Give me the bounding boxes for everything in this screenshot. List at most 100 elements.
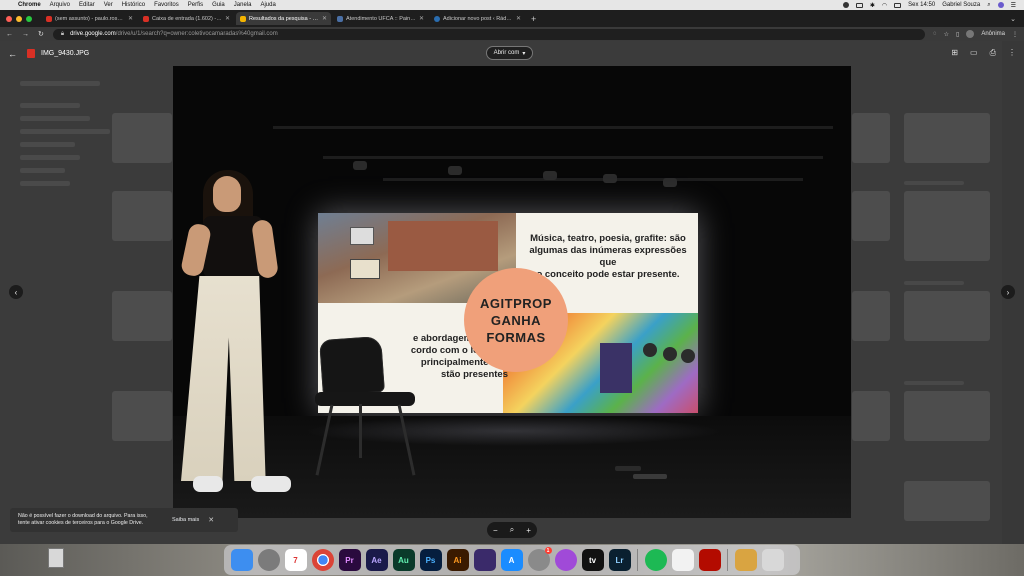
textedit-icon[interactable]: [671, 549, 694, 571]
caret-down-icon: ▾: [522, 50, 526, 57]
zoom-in-icon[interactable]: +: [526, 526, 531, 535]
url-path: /drive/u/1/search?q=owner:coletivocamara…: [115, 31, 278, 37]
close-tab-icon[interactable]: ✕: [419, 15, 424, 22]
system-preferences-icon[interactable]: 1: [527, 547, 552, 571]
toast-message: Não é possível fazer o download do arqui…: [18, 513, 148, 526]
floor-reflection: [303, 416, 723, 446]
siri-icon[interactable]: [997, 2, 1004, 8]
clock[interactable]: Sex 14:50: [908, 2, 935, 8]
close-tab-icon[interactable]: ✕: [128, 15, 133, 22]
sidebar-placeholder: [20, 103, 80, 108]
audition-icon[interactable]: Au: [392, 549, 415, 571]
zoom-magnifier-icon[interactable]: ⌕: [510, 525, 514, 535]
more-menu-icon[interactable]: ⋮: [1012, 31, 1018, 38]
close-tab-icon[interactable]: ✕: [516, 15, 521, 22]
acrobat-icon[interactable]: [698, 549, 721, 571]
add-comment-icon[interactable]: ▭: [970, 48, 978, 58]
incognito-avatar[interactable]: [966, 30, 975, 38]
file-thumbnail: [904, 481, 990, 521]
stage-floor: [173, 416, 851, 518]
bluetooth-icon[interactable]: ✱: [870, 2, 875, 9]
trash-icon[interactable]: [761, 549, 784, 571]
menu-item-editar[interactable]: Editar: [79, 2, 95, 8]
menu-item-perfis[interactable]: Perfis: [188, 2, 203, 8]
back-arrow-icon[interactable]: ←: [6, 31, 13, 38]
battery-icon[interactable]: [894, 2, 902, 8]
learn-more-link[interactable]: Saiba mais: [172, 517, 199, 524]
slide-line: algumas das inúmeras expressões que: [529, 245, 687, 268]
eye-off-icon[interactable]: ◌: [933, 31, 937, 37]
chrome-icon[interactable]: [311, 549, 334, 571]
tab-search-chevron-icon[interactable]: ⌄: [1010, 15, 1016, 23]
download-error-toast: Não é possível fazer o download do arqui…: [10, 508, 238, 532]
downloads-stack-icon[interactable]: [734, 549, 757, 571]
menu-item-arquivo[interactable]: Arquivo: [50, 2, 70, 8]
file-thumbnail: [112, 391, 172, 441]
tab-gmail-inbox[interactable]: Caixa de entrada (1.602) - pau ✕: [139, 12, 234, 25]
menu-bar: Chrome Arquivo Editar Ver Histórico Favo…: [0, 0, 1024, 10]
badge-line: AGITPROP: [480, 295, 552, 311]
open-with-button[interactable]: Abrir com ▾: [486, 46, 533, 60]
podcasts-icon[interactable]: [554, 549, 577, 571]
photoshop-icon[interactable]: Ps: [419, 549, 442, 571]
menu-item-janela[interactable]: Janela: [234, 2, 252, 8]
print-icon[interactable]: ⎙: [990, 48, 996, 58]
close-window-icon[interactable]: [6, 15, 12, 22]
floor-object: [615, 466, 641, 471]
tab-title: Atendimento UFCA :: Painel de: [346, 15, 416, 22]
motion-icon[interactable]: [473, 549, 496, 571]
menu-app-name[interactable]: Chrome: [18, 2, 41, 8]
new-tab-icon[interactable]: +: [531, 14, 536, 24]
after-effects-icon[interactable]: Ae: [365, 549, 388, 571]
tab-drive-search[interactable]: Resultados da pesquisa - Goo ✕: [236, 12, 331, 25]
apple-tv-icon[interactable]: tv: [581, 549, 604, 571]
close-tab-icon[interactable]: ✕: [225, 15, 230, 22]
premiere-icon[interactable]: Pr: [338, 549, 361, 571]
control-center-icon[interactable]: ☰: [1011, 2, 1016, 9]
close-tab-icon[interactable]: ✕: [322, 15, 327, 22]
more-options-icon[interactable]: ⋮: [1008, 48, 1016, 58]
bookmark-star-icon[interactable]: ☆: [944, 31, 949, 38]
menu-item-guia[interactable]: Guia: [212, 2, 225, 8]
side-panel-icon[interactable]: ▯: [956, 31, 959, 38]
zoom-out-icon[interactable]: −: [493, 526, 498, 535]
desktop-file-icon[interactable]: [48, 548, 64, 568]
close-toast-icon[interactable]: ✕: [208, 517, 214, 524]
tab-gmail-sem-assunto[interactable]: (sem assunto) - paulo.rosa@c ✕: [42, 12, 137, 25]
calendar-icon[interactable]: 7: [284, 549, 307, 571]
file-thumbnail: [112, 113, 172, 163]
illustrator-icon[interactable]: Ai: [446, 549, 469, 571]
profile-label[interactable]: Anônima: [981, 31, 1005, 37]
reload-icon[interactable]: ↻: [38, 30, 44, 38]
previous-image-icon[interactable]: ‹: [9, 285, 23, 299]
wifi-icon[interactable]: ◠: [882, 2, 887, 9]
display-icon[interactable]: [855, 2, 863, 8]
stage-truss: [273, 126, 833, 129]
status-circle-icon[interactable]: [842, 2, 849, 8]
forward-arrow-icon[interactable]: →: [22, 31, 29, 38]
menu-item-favoritos[interactable]: Favoritos: [154, 2, 179, 8]
menu-user-name[interactable]: Gabriel Souza: [942, 2, 980, 8]
next-image-icon[interactable]: ›: [1001, 285, 1015, 299]
maximize-window-icon[interactable]: [26, 15, 32, 22]
finder-icon[interactable]: [230, 549, 253, 571]
zoom-controls: − ⌕ +: [487, 522, 537, 538]
close-viewer-arrow-icon[interactable]: ←: [8, 49, 17, 59]
spotify-icon[interactable]: [644, 549, 667, 571]
tab-atendimento-ufca[interactable]: Atendimento UFCA :: Painel de ✕: [333, 12, 428, 25]
menu-item-ver[interactable]: Ver: [104, 2, 113, 8]
minimize-window-icon[interactable]: [16, 15, 22, 22]
menu-item-ajuda[interactable]: Ajuda: [260, 2, 275, 8]
spotlight-icon[interactable]: ⌕: [987, 2, 990, 9]
add-to-folder-icon[interactable]: ⊞: [951, 48, 958, 58]
app-store-icon[interactable]: A: [500, 549, 523, 571]
chair-back: [319, 335, 385, 397]
launchpad-icon[interactable]: [257, 549, 280, 571]
tab-wordpress-post[interactable]: Adicionar novo post ‹ Rádio C ✕: [430, 12, 525, 25]
speaker-head: [213, 176, 241, 212]
file-thumbnail: [904, 113, 990, 163]
lightroom-icon[interactable]: Lr: [608, 549, 631, 571]
lock-icon[interactable]: 🔒︎: [61, 31, 64, 38]
menu-item-historico[interactable]: Histórico: [122, 2, 145, 8]
url-field[interactable]: 🔒︎ drive.google.com /drive/u/1/search?q=…: [52, 28, 926, 40]
